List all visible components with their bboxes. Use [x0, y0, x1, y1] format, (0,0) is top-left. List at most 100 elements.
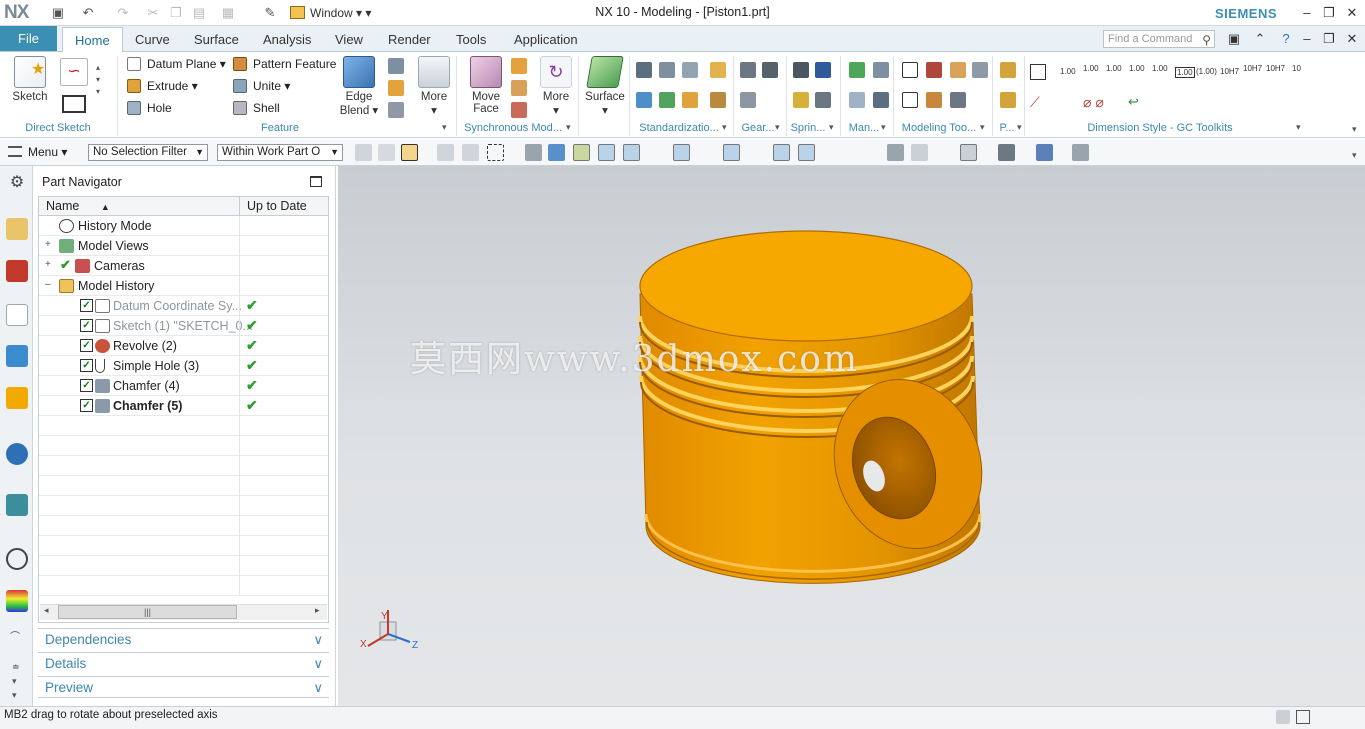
dim-style-6[interactable]: 1.00	[1175, 67, 1195, 78]
window-layout-icon[interactable]: ▣	[1225, 31, 1243, 47]
spring-icon[interactable]	[815, 62, 831, 78]
tool-icon[interactable]	[873, 62, 889, 78]
group-options-icon[interactable]: ▾	[566, 122, 571, 133]
rectangle-icon[interactable]	[62, 95, 86, 113]
trim-body-icon[interactable]	[388, 102, 404, 118]
tool-icon[interactable]	[636, 62, 652, 78]
point-on-face-icon[interactable]	[823, 144, 840, 161]
gear-icon[interactable]	[740, 92, 756, 108]
rail-options-icon[interactable]: ≐ ▾ ▾	[12, 660, 20, 702]
surface-button[interactable]: Surface ▾	[584, 56, 626, 117]
group-options-icon[interactable]: ▾	[881, 122, 886, 133]
dim-style-11[interactable]: 10	[1292, 64, 1301, 73]
fit-view-icon[interactable]	[887, 144, 904, 161]
tool-icon[interactable]	[710, 62, 726, 78]
tool-icon[interactable]	[710, 92, 726, 108]
tab-curve[interactable]: Curve	[123, 27, 182, 52]
column-header-name[interactable]: Name ▲	[39, 197, 239, 216]
touch-mode-icon[interactable]: ✎	[262, 5, 278, 21]
rectangle-select-icon[interactable]	[487, 144, 504, 161]
sketch-button[interactable]: ★ Sketch	[8, 56, 52, 103]
dim-style-2[interactable]: 1.00	[1083, 64, 1099, 73]
dependencies-panel[interactable]: Dependencies ∨	[38, 628, 329, 650]
hole-button[interactable]: Hole	[127, 98, 172, 118]
undo-icon[interactable]: ↶	[80, 5, 96, 21]
assembly-navigator-icon[interactable]	[6, 218, 28, 240]
dim-style-5[interactable]: 1.00	[1152, 64, 1168, 73]
details-panel[interactable]: Details ∨	[38, 652, 329, 674]
tool-icon[interactable]	[682, 92, 698, 108]
tool-icon[interactable]	[926, 92, 942, 108]
column-header-up-to-date[interactable]: Up to Date	[239, 197, 328, 216]
reuse-library-icon[interactable]	[6, 345, 28, 367]
tab-tools[interactable]: Tools	[444, 27, 498, 52]
fullscreen-icon[interactable]	[1296, 710, 1310, 724]
doc-close-icon[interactable]: ✕	[1343, 31, 1361, 47]
scroll-left-icon[interactable]: ◂	[44, 605, 49, 616]
collapse-ribbon-icon[interactable]: ⌃	[1251, 31, 1269, 47]
group-options-icon[interactable]: ▾	[980, 122, 985, 133]
dimension-icon[interactable]	[1030, 64, 1046, 80]
face-filter-icon[interactable]	[548, 144, 565, 161]
view-triad-icon[interactable]	[1036, 144, 1053, 161]
pattern-feature-button[interactable]: Pattern Feature	[233, 54, 336, 74]
tab-application[interactable]: Application	[502, 27, 590, 52]
tree-row-model-views[interactable]: + Model Views	[39, 236, 328, 256]
redo-icon[interactable]: ↷	[115, 5, 131, 21]
scrollbar-thumb[interactable]: |||	[58, 605, 237, 619]
command-finder-input[interactable]: Find a Command ⚲	[1103, 30, 1215, 48]
gallery-scroll-icon[interactable]: ▴ ▾ ▾	[96, 62, 100, 98]
constraint-navigator-icon[interactable]	[6, 260, 28, 282]
cut-icon[interactable]: ✂	[145, 5, 161, 21]
search-icon[interactable]: ⚲	[1202, 32, 1211, 48]
group-options-icon[interactable]: ▾	[1296, 122, 1301, 133]
gear-icon[interactable]	[762, 62, 778, 78]
tool-icon[interactable]	[682, 62, 698, 78]
tool-icon[interactable]	[873, 92, 889, 108]
restore-icon[interactable]: ❐	[1320, 5, 1338, 21]
visibility-checkbox[interactable]: ✓	[80, 319, 93, 332]
rotate-icon[interactable]	[935, 144, 952, 161]
minimize-icon[interactable]: –	[1298, 5, 1316, 21]
selection-filter-dropdown[interactable]: No Selection Filter ▼	[88, 144, 208, 161]
repeat-command-icon[interactable]: ▦	[220, 5, 236, 21]
help-icon[interactable]: ?	[1277, 31, 1295, 47]
system-materials-icon[interactable]	[6, 590, 28, 612]
dim-style-4[interactable]: 1.00	[1129, 64, 1145, 73]
render-style-icon[interactable]	[998, 144, 1015, 161]
dim-style-7[interactable]: (1.00)	[1196, 67, 1217, 76]
tool-icon[interactable]	[902, 92, 918, 108]
tool-icon[interactable]	[950, 92, 966, 108]
tool-icon[interactable]	[636, 92, 652, 108]
delete-face-icon[interactable]	[511, 102, 527, 118]
select-icon[interactable]	[355, 144, 372, 161]
datum-plane-button[interactable]: Datum Plane ▾	[127, 54, 226, 74]
maximize-icon[interactable]	[310, 176, 322, 187]
zoom-icon[interactable]	[911, 144, 928, 161]
ribbon-options-icon[interactable]: ▾	[1352, 124, 1357, 135]
tree-row-chamfer-5[interactable]: ✓ Chamfer (5) ✔	[39, 396, 328, 416]
toolbar-options-icon[interactable]: ▾	[1352, 150, 1357, 161]
end-point-icon[interactable]	[598, 144, 615, 161]
more-feature-button[interactable]: More ▾	[416, 56, 452, 117]
expand-icon[interactable]: +	[45, 240, 55, 250]
point-snap-icon[interactable]	[573, 144, 590, 161]
dim-style-3[interactable]: 1.00	[1106, 64, 1122, 73]
tab-view[interactable]: View	[323, 27, 375, 52]
dim-style-10[interactable]: 10H7	[1266, 64, 1285, 73]
intersection-icon[interactable]	[673, 144, 690, 161]
hd3d-tools-icon[interactable]	[6, 387, 28, 409]
piston-model[interactable]	[338, 166, 1365, 706]
expand-icon[interactable]: +	[45, 260, 55, 270]
history-icon[interactable]	[6, 494, 28, 516]
pull-face-icon[interactable]	[511, 58, 527, 74]
tool-icon[interactable]	[1000, 62, 1016, 78]
group-options-icon[interactable]: ▾	[829, 122, 834, 133]
more-sync-button[interactable]: ↻ More ▾	[538, 56, 574, 117]
chamfer-icon[interactable]	[388, 58, 404, 74]
edit-section-icon[interactable]	[1072, 144, 1089, 161]
group-options-icon[interactable]: ▾	[722, 122, 727, 133]
paste-icon[interactable]: ▤	[191, 5, 207, 21]
draft-icon[interactable]	[388, 80, 404, 96]
rail-scroll-icon[interactable]: ⌒	[10, 628, 20, 643]
